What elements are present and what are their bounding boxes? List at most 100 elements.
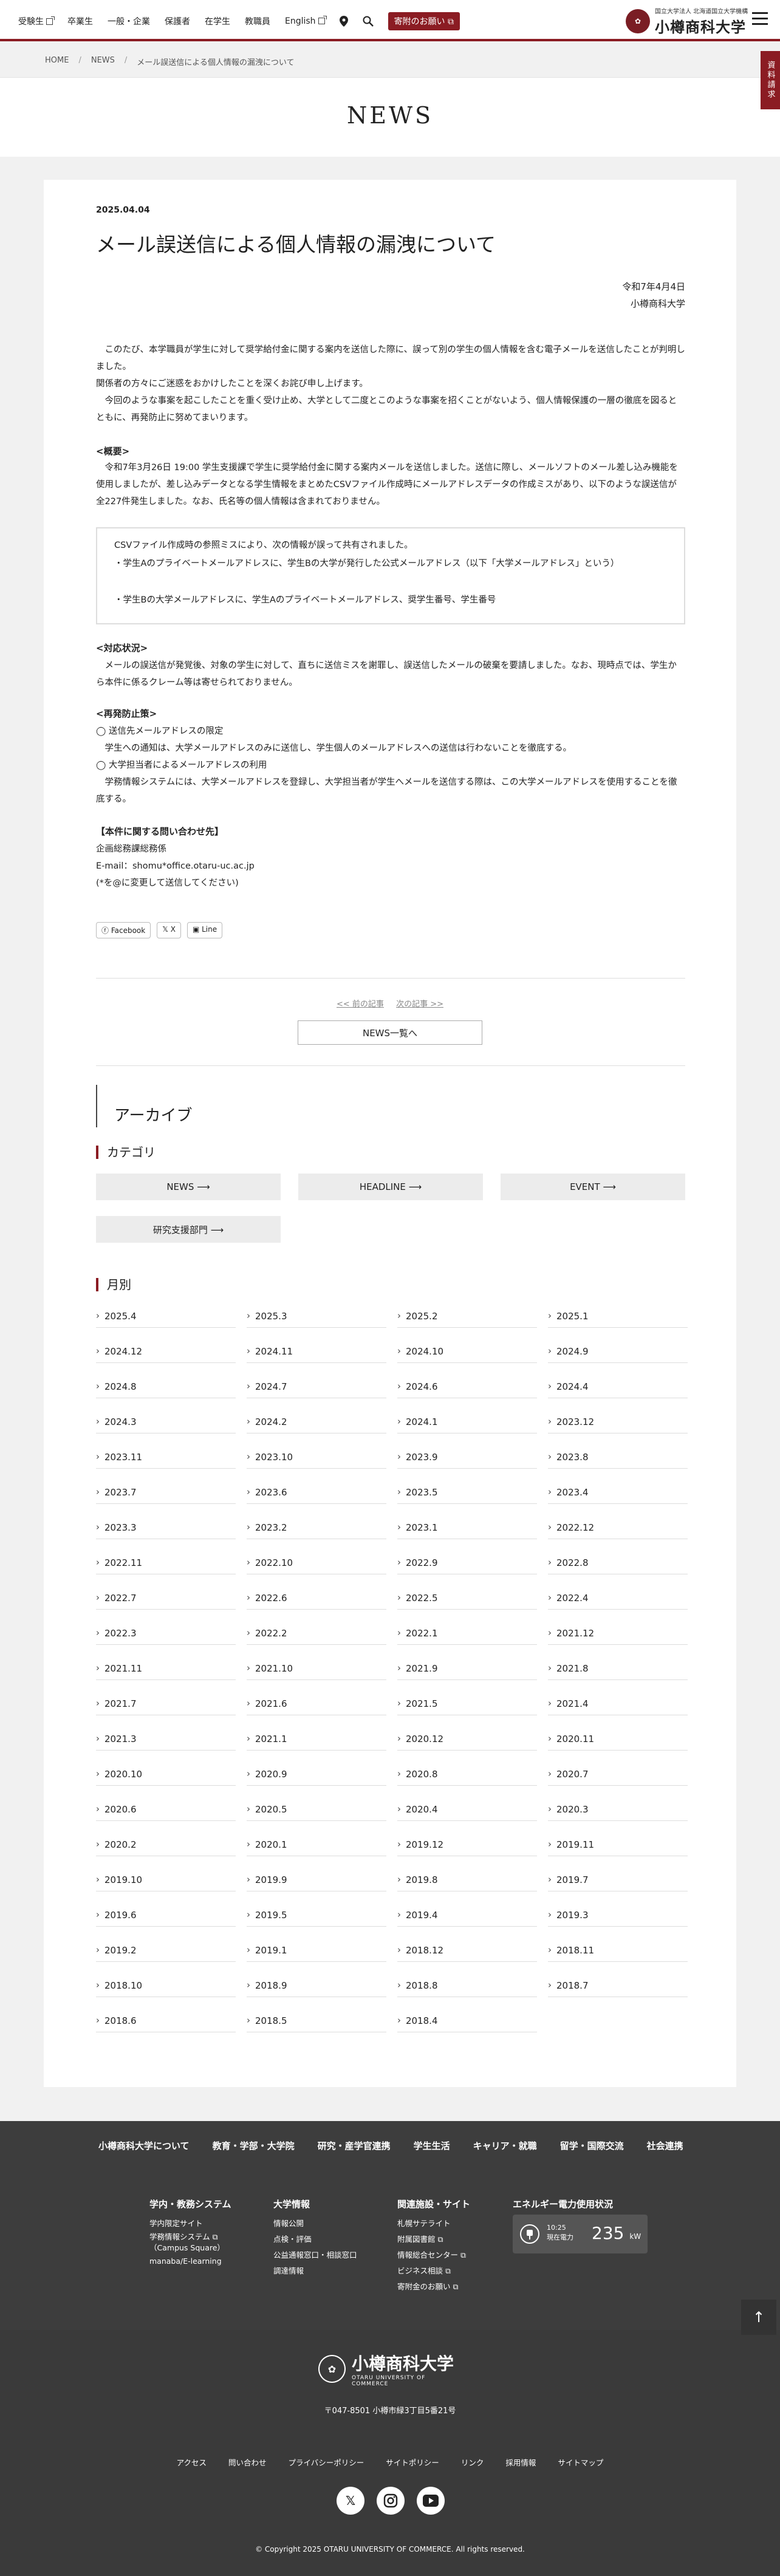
month-archive-link[interactable]: 2025.2 xyxy=(397,1309,537,1328)
month-archive-link[interactable]: 2024.2 xyxy=(247,1415,386,1433)
month-archive-link[interactable]: 2018.5 xyxy=(247,2014,386,2032)
share-facebook-button[interactable]: ⓕ Facebook xyxy=(96,922,151,938)
month-archive-link[interactable]: 2025.4 xyxy=(96,1309,236,1328)
month-archive-link[interactable]: 2021.10 xyxy=(247,1661,386,1680)
month-archive-link[interactable]: 2021.7 xyxy=(96,1696,236,1715)
footer-nav-career[interactable]: キャリア・就職 xyxy=(473,2139,537,2152)
month-archive-link[interactable]: 2020.7 xyxy=(548,1767,688,1786)
month-archive-link[interactable]: 2018.10 xyxy=(96,1978,236,1997)
share-x-button[interactable]: 𝕏 X xyxy=(157,922,181,938)
nav-students[interactable]: 在学生 xyxy=(205,15,230,27)
month-archive-link[interactable]: 2024.7 xyxy=(247,1379,386,1398)
month-archive-link[interactable]: 2020.3 xyxy=(548,1802,688,1821)
month-archive-link[interactable]: 2021.3 xyxy=(96,1732,236,1751)
month-archive-link[interactable]: 2021.4 xyxy=(548,1696,688,1715)
footer-link-manaba[interactable]: manaba/E-learning xyxy=(149,2253,231,2269)
month-archive-link[interactable]: 2018.12 xyxy=(397,1943,537,1962)
footer-link-recruit[interactable]: 採用情報 xyxy=(505,2456,536,2468)
month-archive-link[interactable]: 2021.1 xyxy=(247,1732,386,1751)
prev-article-link[interactable]: << 前の記事 xyxy=(337,1000,384,1009)
news-list-button[interactable]: NEWS一覧へ xyxy=(298,1020,482,1045)
youtube-icon[interactable] xyxy=(417,2487,445,2515)
month-archive-link[interactable]: 2020.4 xyxy=(397,1802,537,1821)
month-archive-link[interactable]: 2023.3 xyxy=(96,1520,236,1539)
month-archive-link[interactable]: 2018.4 xyxy=(397,2014,537,2032)
footer-link-campus-square[interactable]: 学務情報システム ⧉ （Campus Square） xyxy=(149,2232,231,2253)
month-archive-link[interactable]: 2023.2 xyxy=(247,1520,386,1539)
month-archive-link[interactable]: 2021.11 xyxy=(96,1661,236,1680)
month-archive-link[interactable]: 2020.2 xyxy=(96,1837,236,1856)
nav-alumni[interactable]: 卒業生 xyxy=(67,15,93,27)
footer-logo[interactable]: ✿ 小樽商科大学 OTARU UNIVERSITY OF COMMERCE xyxy=(318,2351,462,2387)
month-archive-link[interactable]: 2023.9 xyxy=(397,1450,537,1469)
month-archive-link[interactable]: 2018.8 xyxy=(397,1978,537,1997)
month-archive-link[interactable]: 2020.11 xyxy=(548,1732,688,1751)
month-archive-link[interactable]: 2018.7 xyxy=(548,1978,688,1997)
nav-prospective[interactable]: 受験生 xyxy=(18,15,55,27)
category-news-button[interactable]: NEWS ⟶ xyxy=(96,1174,281,1200)
footer-nav-international[interactable]: 留学・国際交流 xyxy=(560,2139,624,2152)
share-line-button[interactable]: ▣ Line xyxy=(186,922,223,938)
month-archive-link[interactable]: 2019.1 xyxy=(247,1943,386,1962)
month-archive-link[interactable]: 2021.5 xyxy=(397,1696,537,1715)
month-archive-link[interactable]: 2023.5 xyxy=(397,1485,537,1504)
hamburger-menu-icon[interactable] xyxy=(752,12,768,26)
footer-nav-research[interactable]: 研究・産学官連携 xyxy=(318,2139,391,2152)
footer-link-sitemap[interactable]: サイトマップ xyxy=(558,2456,603,2468)
month-archive-link[interactable]: 2021.12 xyxy=(548,1626,688,1645)
month-archive-link[interactable]: 2020.12 xyxy=(397,1732,537,1751)
month-archive-link[interactable]: 2020.5 xyxy=(247,1802,386,1821)
month-archive-link[interactable]: 2022.6 xyxy=(247,1591,386,1610)
month-archive-link[interactable]: 2024.1 xyxy=(397,1415,537,1433)
month-archive-link[interactable]: 2019.2 xyxy=(96,1943,236,1962)
month-archive-link[interactable]: 2024.10 xyxy=(397,1344,537,1363)
month-archive-link[interactable]: 2022.11 xyxy=(96,1556,236,1574)
month-archive-link[interactable]: 2023.6 xyxy=(247,1485,386,1504)
footer-nav-education[interactable]: 教育・学部・大学院 xyxy=(213,2139,295,2152)
nav-english[interactable]: English xyxy=(285,16,327,26)
month-archive-link[interactable]: 2022.8 xyxy=(548,1556,688,1574)
footer-link-sapporo[interactable]: 札幌サテライト xyxy=(397,2216,470,2232)
month-archive-link[interactable]: 2021.9 xyxy=(397,1661,537,1680)
search-icon[interactable] xyxy=(363,16,374,27)
month-archive-link[interactable]: 2022.5 xyxy=(397,1591,537,1610)
category-event-button[interactable]: EVENT ⟶ xyxy=(501,1174,685,1200)
month-archive-link[interactable]: 2019.4 xyxy=(397,1908,537,1927)
month-archive-link[interactable]: 2023.12 xyxy=(548,1415,688,1433)
month-archive-link[interactable]: 2022.1 xyxy=(397,1626,537,1645)
footer-link-donation[interactable]: 寄附金のお願い ⧉ xyxy=(397,2279,470,2295)
month-archive-link[interactable]: 2025.3 xyxy=(247,1309,386,1328)
month-archive-link[interactable]: 2019.8 xyxy=(397,1873,537,1891)
footer-link-library[interactable]: 附属図書館 ⧉ xyxy=(397,2232,470,2247)
month-archive-link[interactable]: 2023.11 xyxy=(96,1450,236,1469)
month-archive-link[interactable]: 2024.11 xyxy=(247,1344,386,1363)
month-archive-link[interactable]: 2020.10 xyxy=(96,1767,236,1786)
footer-link-site-policy[interactable]: サイトポリシー xyxy=(386,2456,439,2468)
donate-button[interactable]: 寄附のお願い ⧉ xyxy=(388,12,460,30)
month-archive-link[interactable]: 2022.3 xyxy=(96,1626,236,1645)
month-archive-link[interactable]: 2022.9 xyxy=(397,1556,537,1574)
instagram-icon[interactable] xyxy=(377,2487,405,2515)
footer-link-access[interactable]: アクセス xyxy=(177,2456,207,2468)
footer-link-contact[interactable]: 問い合わせ xyxy=(228,2456,267,2468)
month-archive-link[interactable]: 2018.11 xyxy=(548,1943,688,1962)
footer-link-intranet[interactable]: 学内限定サイト xyxy=(149,2216,231,2232)
nav-parents[interactable]: 保護者 xyxy=(165,15,190,27)
month-archive-link[interactable]: 2019.10 xyxy=(96,1873,236,1891)
footer-nav-student-life[interactable]: 学生生活 xyxy=(414,2139,450,2152)
footer-link-evaluation[interactable]: 点検・評価 xyxy=(273,2232,357,2247)
next-article-link[interactable]: 次の記事 >> xyxy=(396,1000,443,1009)
month-archive-link[interactable]: 2022.10 xyxy=(247,1556,386,1574)
back-to-top-button[interactable]: ↑ xyxy=(741,2300,776,2335)
breadcrumb-news[interactable]: NEWS xyxy=(91,56,115,67)
month-archive-link[interactable]: 2023.7 xyxy=(96,1485,236,1504)
month-archive-link[interactable]: 2022.2 xyxy=(247,1626,386,1645)
month-archive-link[interactable]: 2019.7 xyxy=(548,1873,688,1891)
footer-link-disclosure[interactable]: 情報公開 xyxy=(273,2216,357,2232)
month-archive-link[interactable]: 2019.9 xyxy=(247,1873,386,1891)
month-archive-link[interactable]: 2018.9 xyxy=(247,1978,386,1997)
nav-staff[interactable]: 教職員 xyxy=(245,15,270,27)
footer-link-business[interactable]: ビジネス相談 ⧉ xyxy=(397,2263,470,2279)
month-archive-link[interactable]: 2022.12 xyxy=(548,1520,688,1539)
month-archive-link[interactable]: 2024.6 xyxy=(397,1379,537,1398)
